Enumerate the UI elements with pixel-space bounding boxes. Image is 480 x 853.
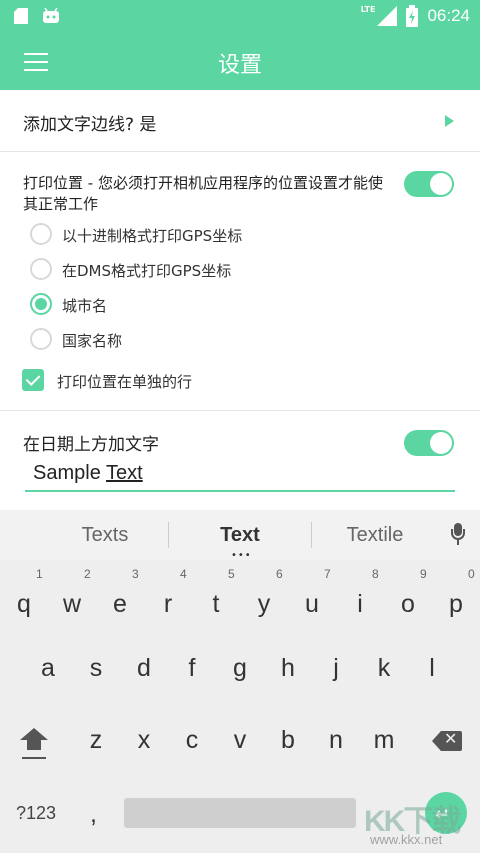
key-e[interactable]: e	[97, 580, 143, 628]
key-hint-5: 5	[228, 567, 235, 581]
separate-line-checkbox[interactable]	[22, 369, 44, 391]
play-arrow-icon	[445, 115, 454, 127]
key-z[interactable]: z	[73, 716, 119, 764]
symbols-key[interactable]: ?123	[16, 803, 56, 824]
print-location-description: 打印位置 - 您必须打开相机应用程序的位置设置才能使其正常工作	[23, 174, 383, 213]
key-b[interactable]: b	[265, 716, 311, 764]
key-g[interactable]: g	[217, 644, 263, 692]
key-a[interactable]: a	[25, 644, 71, 692]
key-d[interactable]: d	[121, 644, 167, 692]
key-hint-2: 2	[84, 567, 91, 581]
screen: LTE 06:24 设置 添加文字边线? 是 打印位置 - 您必须打开相机应用程…	[0, 0, 480, 853]
key-k[interactable]: k	[361, 644, 407, 692]
radio-city-name-label: 城市名	[62, 297, 108, 315]
key-w[interactable]: w	[49, 580, 95, 628]
key-m[interactable]: m	[361, 716, 407, 764]
watermark-url: www.kkx.net	[370, 832, 443, 847]
comma-key[interactable]: ,	[90, 800, 97, 829]
suggestion-strip: Texts Text ••• Textile	[0, 510, 480, 561]
settings-list: 添加文字边线? 是 打印位置 - 您必须打开相机应用程序的位置设置才能使其正常工…	[0, 90, 480, 510]
more-suggestions-icon: •••	[231, 550, 252, 561]
key-i[interactable]: i	[337, 580, 383, 628]
input-value: Sample Text	[33, 462, 143, 484]
radio-country-name[interactable]	[30, 328, 52, 350]
radio-country-name-label: 国家名称	[62, 332, 123, 350]
key-hint-0: 0	[468, 567, 475, 581]
key-hint-3: 3	[132, 567, 139, 581]
key-f[interactable]: f	[169, 644, 215, 692]
key-r[interactable]: r	[145, 580, 191, 628]
radio-dms-gps-label: 在DMS格式打印GPS坐标	[62, 262, 232, 280]
key-hint-7: 7	[324, 567, 331, 581]
border-setting-row[interactable]: 添加文字边线? 是	[0, 90, 480, 152]
space-bar[interactable]	[124, 798, 356, 828]
key-hint-4: 4	[180, 567, 187, 581]
print-location-toggle[interactable]	[404, 171, 454, 197]
separate-line-label: 打印位置在单独的行	[57, 373, 193, 391]
key-s[interactable]: s	[73, 644, 119, 692]
key-n[interactable]: n	[313, 716, 359, 764]
android-icon	[43, 8, 59, 23]
key-hint-9: 9	[420, 567, 427, 581]
key-t[interactable]: t	[193, 580, 239, 628]
text-above-date-section: 在日期上方加文字 Sample Text	[0, 412, 480, 510]
key-c[interactable]: c	[169, 716, 215, 764]
composing-text: Text	[106, 462, 143, 484]
key-q[interactable]: q	[1, 580, 47, 628]
radio-decimal-gps[interactable]	[30, 223, 52, 245]
key-y[interactable]: y	[241, 580, 287, 628]
suggestion-3[interactable]: Textile	[300, 524, 450, 547]
radio-decimal-gps-label: 以十进制格式打印GPS坐标	[62, 227, 243, 245]
network-type: LTE	[360, 4, 376, 14]
border-setting-label: 添加文字边线? 是	[23, 115, 157, 135]
key-hint-8: 8	[372, 567, 379, 581]
sd-card-icon	[14, 8, 28, 24]
app-bar: 设置	[0, 33, 480, 90]
key-p[interactable]: p	[433, 580, 479, 628]
suggestion-1[interactable]: Texts	[30, 524, 180, 547]
key-j[interactable]: j	[313, 644, 359, 692]
battery-icon	[406, 5, 419, 27]
key-v[interactable]: v	[217, 716, 263, 764]
suggestion-2[interactable]: Text	[165, 524, 315, 547]
backspace-key-icon[interactable]: ✕	[432, 729, 462, 751]
radio-dms-gps[interactable]	[30, 258, 52, 280]
signal-icon	[377, 6, 398, 26]
shift-key-icon[interactable]	[20, 728, 48, 762]
key-hint-6: 6	[276, 567, 283, 581]
key-x[interactable]: x	[121, 716, 167, 764]
microphone-icon[interactable]	[450, 523, 466, 545]
key-u[interactable]: u	[289, 580, 335, 628]
key-l[interactable]: l	[409, 644, 455, 692]
key-h[interactable]: h	[265, 644, 311, 692]
page-title: 设置	[217, 53, 262, 78]
key-hint-1: 1	[36, 567, 43, 581]
print-location-section: 打印位置 - 您必须打开相机应用程序的位置设置才能使其正常工作 以十进制格式打印…	[0, 153, 480, 411]
text-above-date-input[interactable]: Sample Text	[25, 452, 455, 492]
status-bar: LTE 06:24	[0, 0, 480, 33]
radio-city-name[interactable]	[30, 293, 52, 315]
key-o[interactable]: o	[385, 580, 431, 628]
clock: 06:24	[427, 6, 470, 25]
watermark: KK下载 www.kkx.net	[364, 796, 474, 851]
